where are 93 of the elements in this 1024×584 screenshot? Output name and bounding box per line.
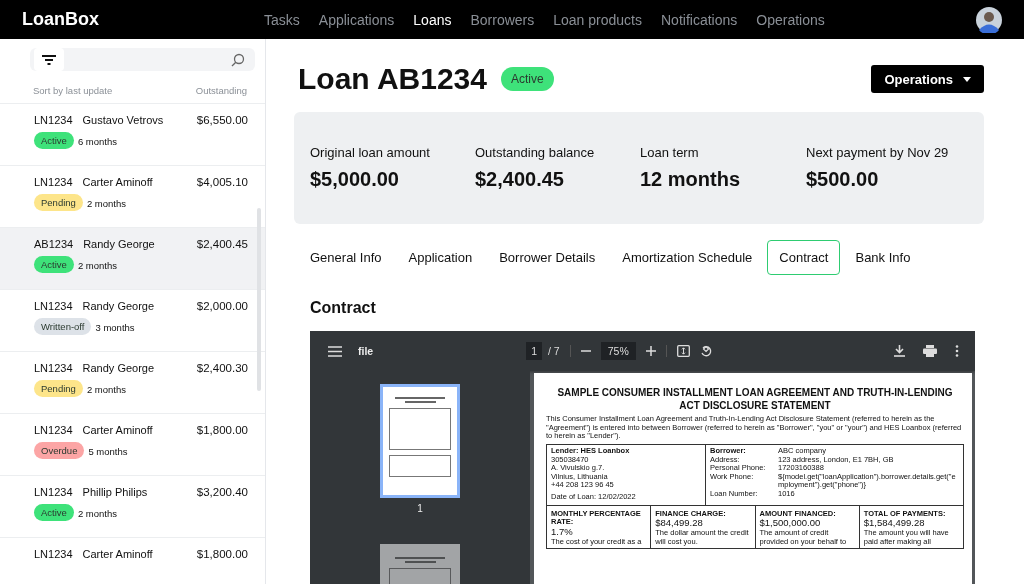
nav-link[interactable]: Operations <box>756 11 825 28</box>
stat-label: Next payment by Nov 29 <box>806 145 949 160</box>
loan-term: 5 months <box>87 445 129 459</box>
stat-value: $500.00 <box>806 168 880 191</box>
stat-value: $2,400.45 <box>475 168 565 191</box>
loan-code: AB1234 <box>34 238 74 250</box>
loan-code: LN1234 <box>34 548 73 560</box>
tab[interactable]: Borrower Details <box>487 240 608 275</box>
zoom-field[interactable]: 75% <box>600 342 636 360</box>
search-icon <box>231 52 245 67</box>
term-value: $1,500,000.00 <box>759 518 822 530</box>
term-value: $84,499.28 <box>655 518 704 530</box>
loan-amount: $4,005.10 <box>196 176 248 188</box>
loan-amount: $2,400.45 <box>196 238 248 250</box>
loan-amount: $2,000.00 <box>196 300 248 312</box>
search-field[interactable] <box>30 48 255 71</box>
loan-code: LN1234 <box>34 486 73 498</box>
loan-code: LN1234 <box>34 176 73 188</box>
filter-icon <box>42 54 56 65</box>
tab[interactable]: Bank Info <box>843 240 923 275</box>
tab[interactable]: Application <box>396 240 485 275</box>
loan-term: 2 months <box>76 259 118 273</box>
loan-list-item[interactable]: LN1234 Carter Aminoff $1,800.00 Overdue 5 months <box>0 414 265 476</box>
status-badge: Active <box>500 67 554 91</box>
page-thumbnail[interactable] <box>380 384 460 498</box>
stat-value: 12 months <box>640 168 742 191</box>
loan-amount: $1,800.00 <box>196 424 248 436</box>
more-icon[interactable] <box>955 345 959 357</box>
nav-link[interactable]: Applications <box>318 11 395 28</box>
thumbnail-label: 1 <box>417 503 423 514</box>
loan-code: LN1234 <box>34 300 73 312</box>
page-field[interactable]: 1 <box>526 342 542 360</box>
stat-label: Loan term <box>640 145 700 160</box>
nav-link[interactable]: Notifications <box>661 11 738 28</box>
loan-term: 2 months <box>76 507 118 521</box>
page-count: / 7 <box>548 345 560 357</box>
borrower-name: Randy George <box>82 362 155 374</box>
fit-page-icon[interactable] <box>676 345 690 357</box>
status-badge: Active <box>34 256 74 273</box>
borrower-name: Carter Aminoff <box>82 548 153 560</box>
loan-term: 6 months <box>76 135 118 149</box>
status-badge: Overdue <box>34 442 85 459</box>
borrower-name: Randy George <box>83 238 155 250</box>
stat-value: $5,000.00 <box>310 168 400 191</box>
borrower-name: Carter Aminoff <box>82 176 153 188</box>
nav-link[interactable]: Tasks <box>264 11 300 28</box>
tab[interactable]: Amortization Schedule <box>610 240 765 275</box>
nav-link[interactable]: Borrowers <box>470 11 535 28</box>
caret-icon <box>963 76 971 82</box>
nav-link[interactable]: Loan products <box>553 11 642 28</box>
loan-term: 3 months <box>94 321 136 335</box>
stat-label: Outstanding balance <box>475 145 596 160</box>
loan-amount: $3,200.40 <box>196 486 248 498</box>
zoom-in-icon[interactable] <box>645 346 656 356</box>
status-badge: Active <box>34 504 74 521</box>
page-title: Loan AB1234 <box>298 62 487 96</box>
file-name: file <box>358 345 374 357</box>
borrower-name: Randy George <box>82 300 155 312</box>
tab[interactable]: General Info <box>298 240 394 275</box>
section-title: Contract <box>310 299 377 317</box>
status-badge: Pending <box>34 194 83 211</box>
term-value: 1.7% <box>551 526 574 538</box>
nav-link[interactable]: Loans <box>413 11 452 28</box>
term-value: $1,584,499.28 <box>863 518 926 530</box>
status-badge: Active <box>34 132 74 149</box>
tab[interactable]: Contract <box>767 240 841 275</box>
menu-icon[interactable] <box>328 345 342 357</box>
borrower-name: Carter Aminoff <box>82 424 153 436</box>
loan-code: LN1234 <box>34 424 73 436</box>
loan-amount: $1,800.00 <box>196 548 248 560</box>
print-icon[interactable] <box>923 345 937 357</box>
status-badge: Pending <box>34 380 83 397</box>
loan-list-item[interactable]: LN1234 Gustavo Vetrovs $6,550.00 Active 6 months <box>0 104 265 166</box>
loan-list-item[interactable]: AB1234 Randy George $2,400.45 Active 2 months <box>0 228 265 290</box>
status-badge: Written-off <box>34 318 92 335</box>
borrower-name: Phillip Philips <box>82 486 148 498</box>
download-icon[interactable] <box>894 345 905 357</box>
loan-list-item[interactable]: LN1234 Phillip Philips $3,200.40 Active 2 months <box>0 476 265 538</box>
rotate-icon[interactable] <box>699 345 712 357</box>
document-title: SAMPLE CONSUMER INSTALLMENT LOAN AGREEMENT AND TRUTH-IN-LENDING ACT DISCLOSURE STATEMENT <box>556 387 954 412</box>
avatar[interactable] <box>976 6 1002 33</box>
loan-term: 2 months <box>85 197 127 211</box>
stat-label: Original loan amount <box>310 145 431 160</box>
borrower-name: Gustavo Vetrovs <box>82 114 164 126</box>
loan-amount: $2,400.30 <box>196 362 248 374</box>
loan-code: LN1234 <box>34 362 73 374</box>
operations-button[interactable]: Operations <box>871 65 984 93</box>
loan-term: 2 months <box>85 383 127 397</box>
loan-list-item[interactable]: LN1234 Carter Aminoff $1,800.00 <box>0 538 265 584</box>
column-label: Outstanding <box>195 85 247 96</box>
loan-code: LN1234 <box>34 114 73 126</box>
loan-amount: $6,550.00 <box>196 114 248 126</box>
logo[interactable]: LoanBox <box>22 9 99 30</box>
